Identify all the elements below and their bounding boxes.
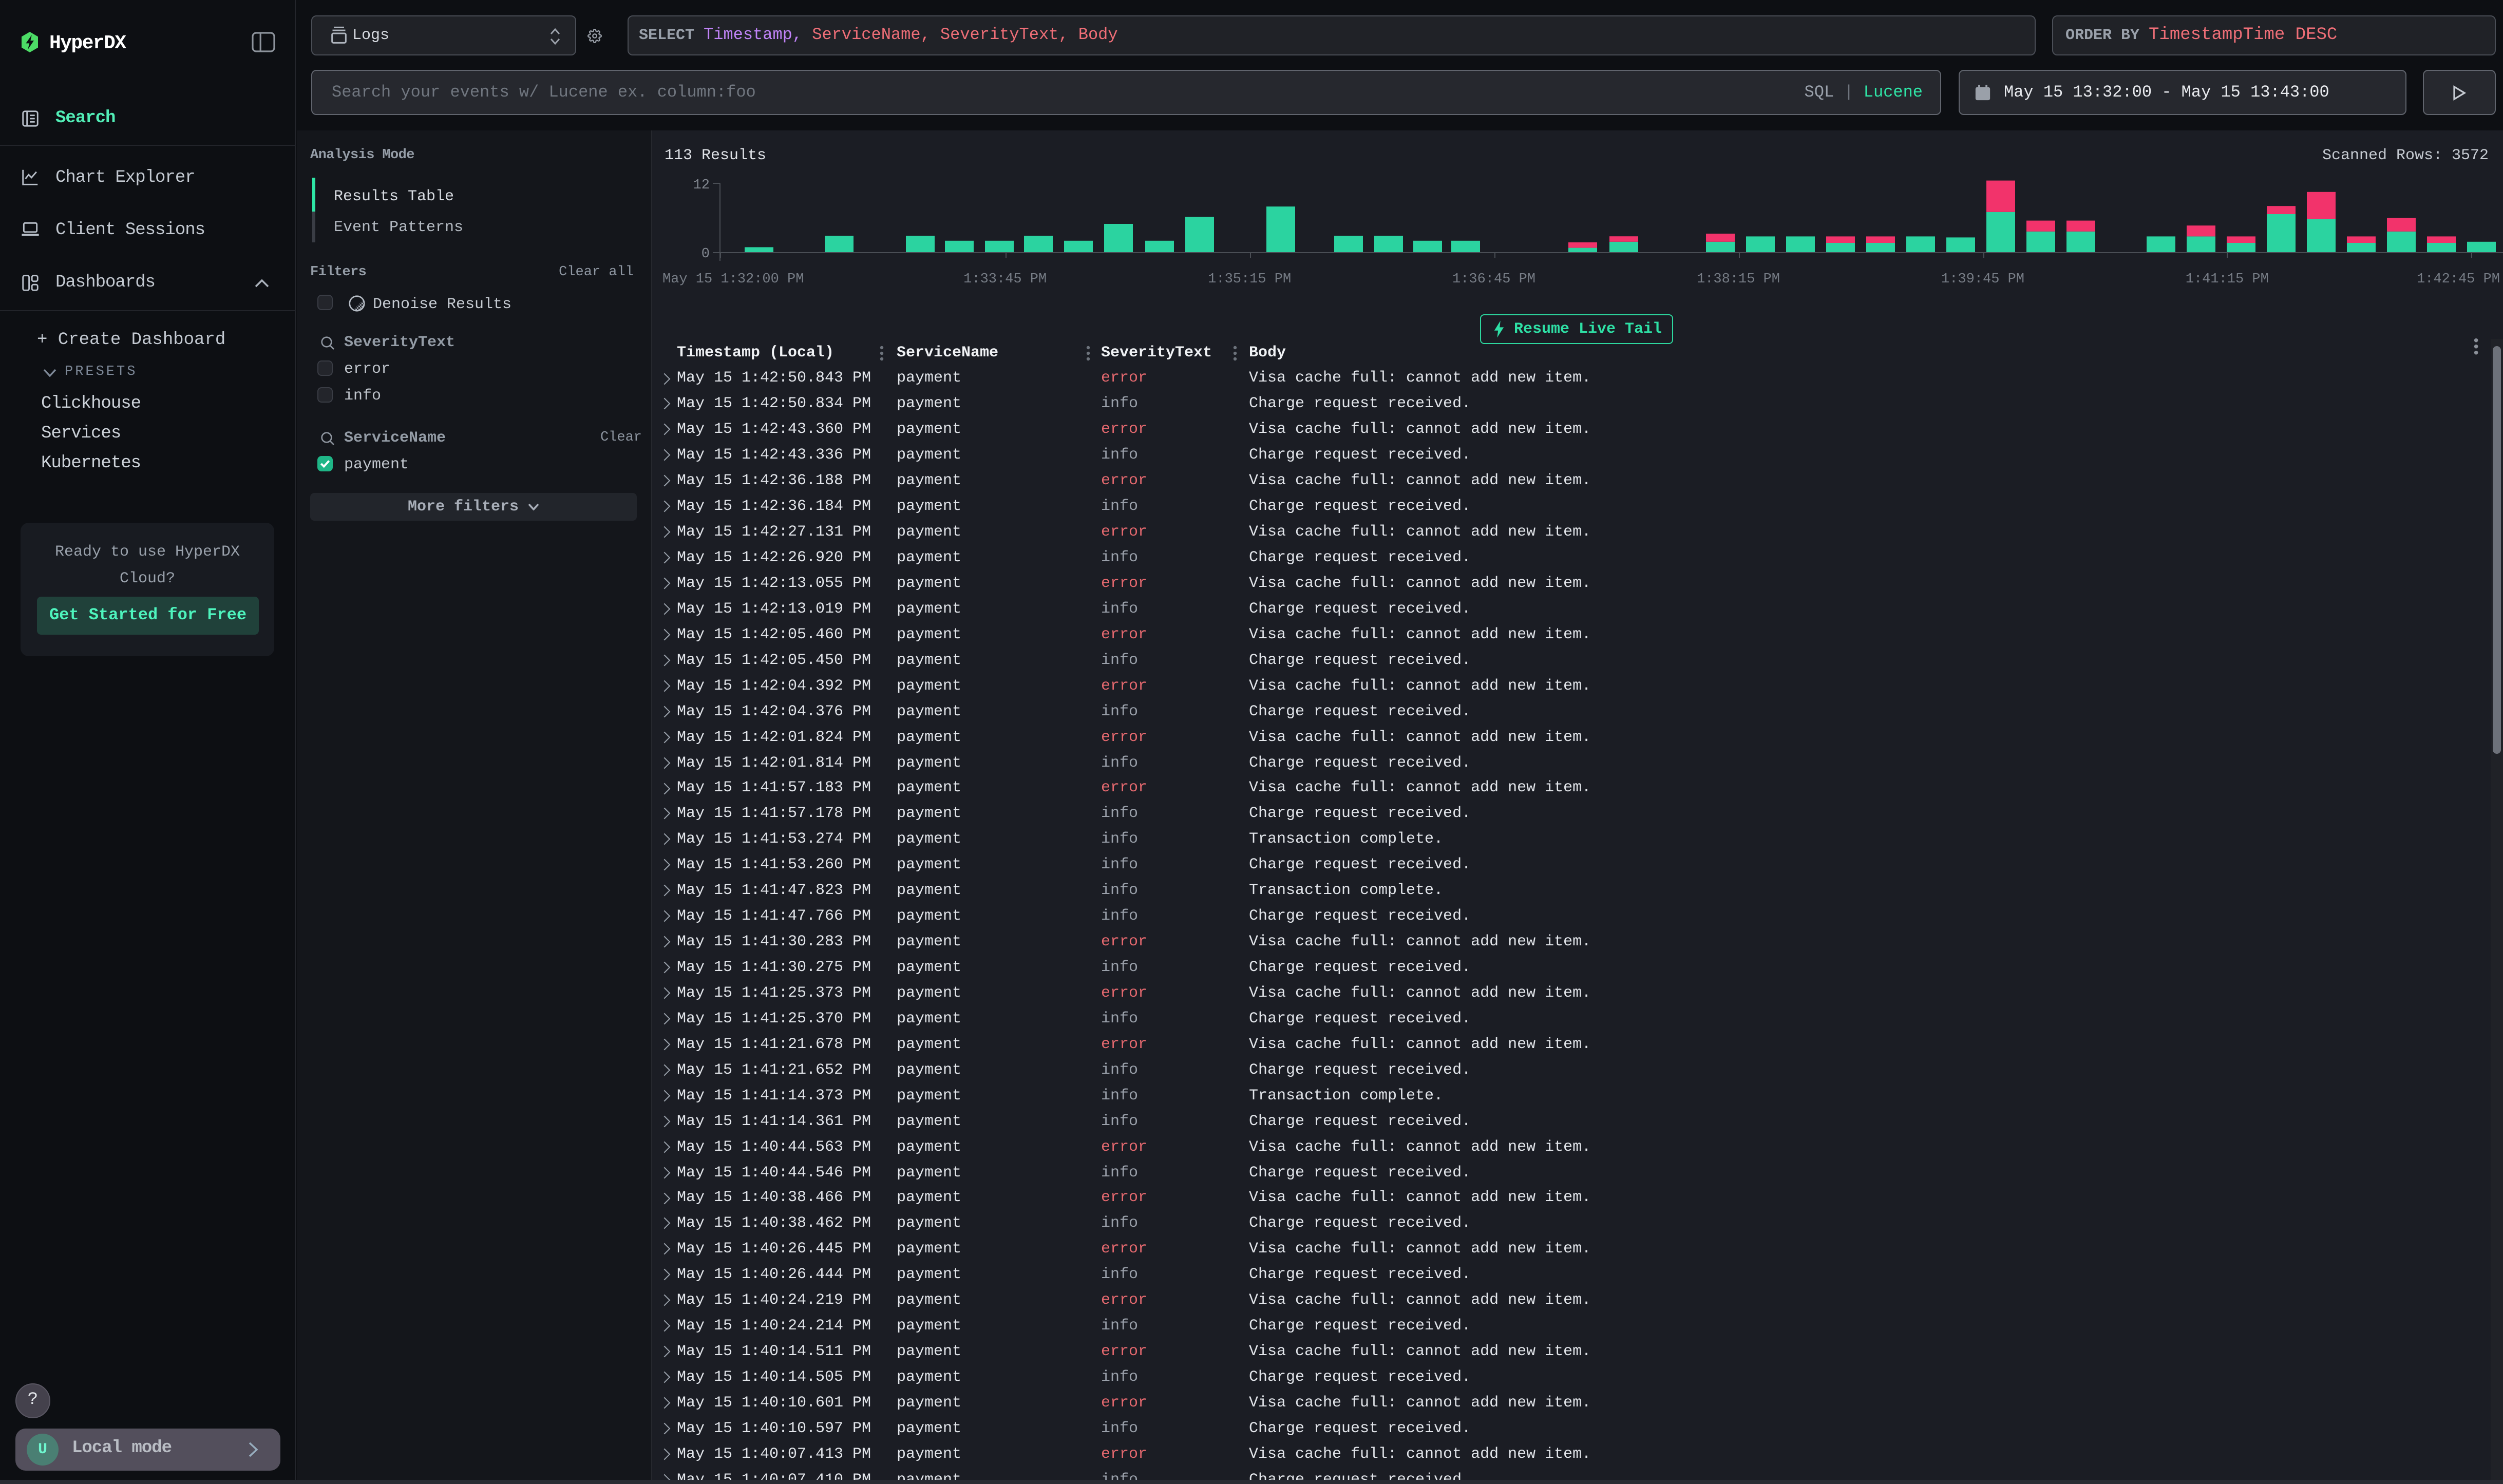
svg-text:12: 12 — [693, 178, 710, 193]
svg-text:0: 0 — [701, 246, 710, 262]
